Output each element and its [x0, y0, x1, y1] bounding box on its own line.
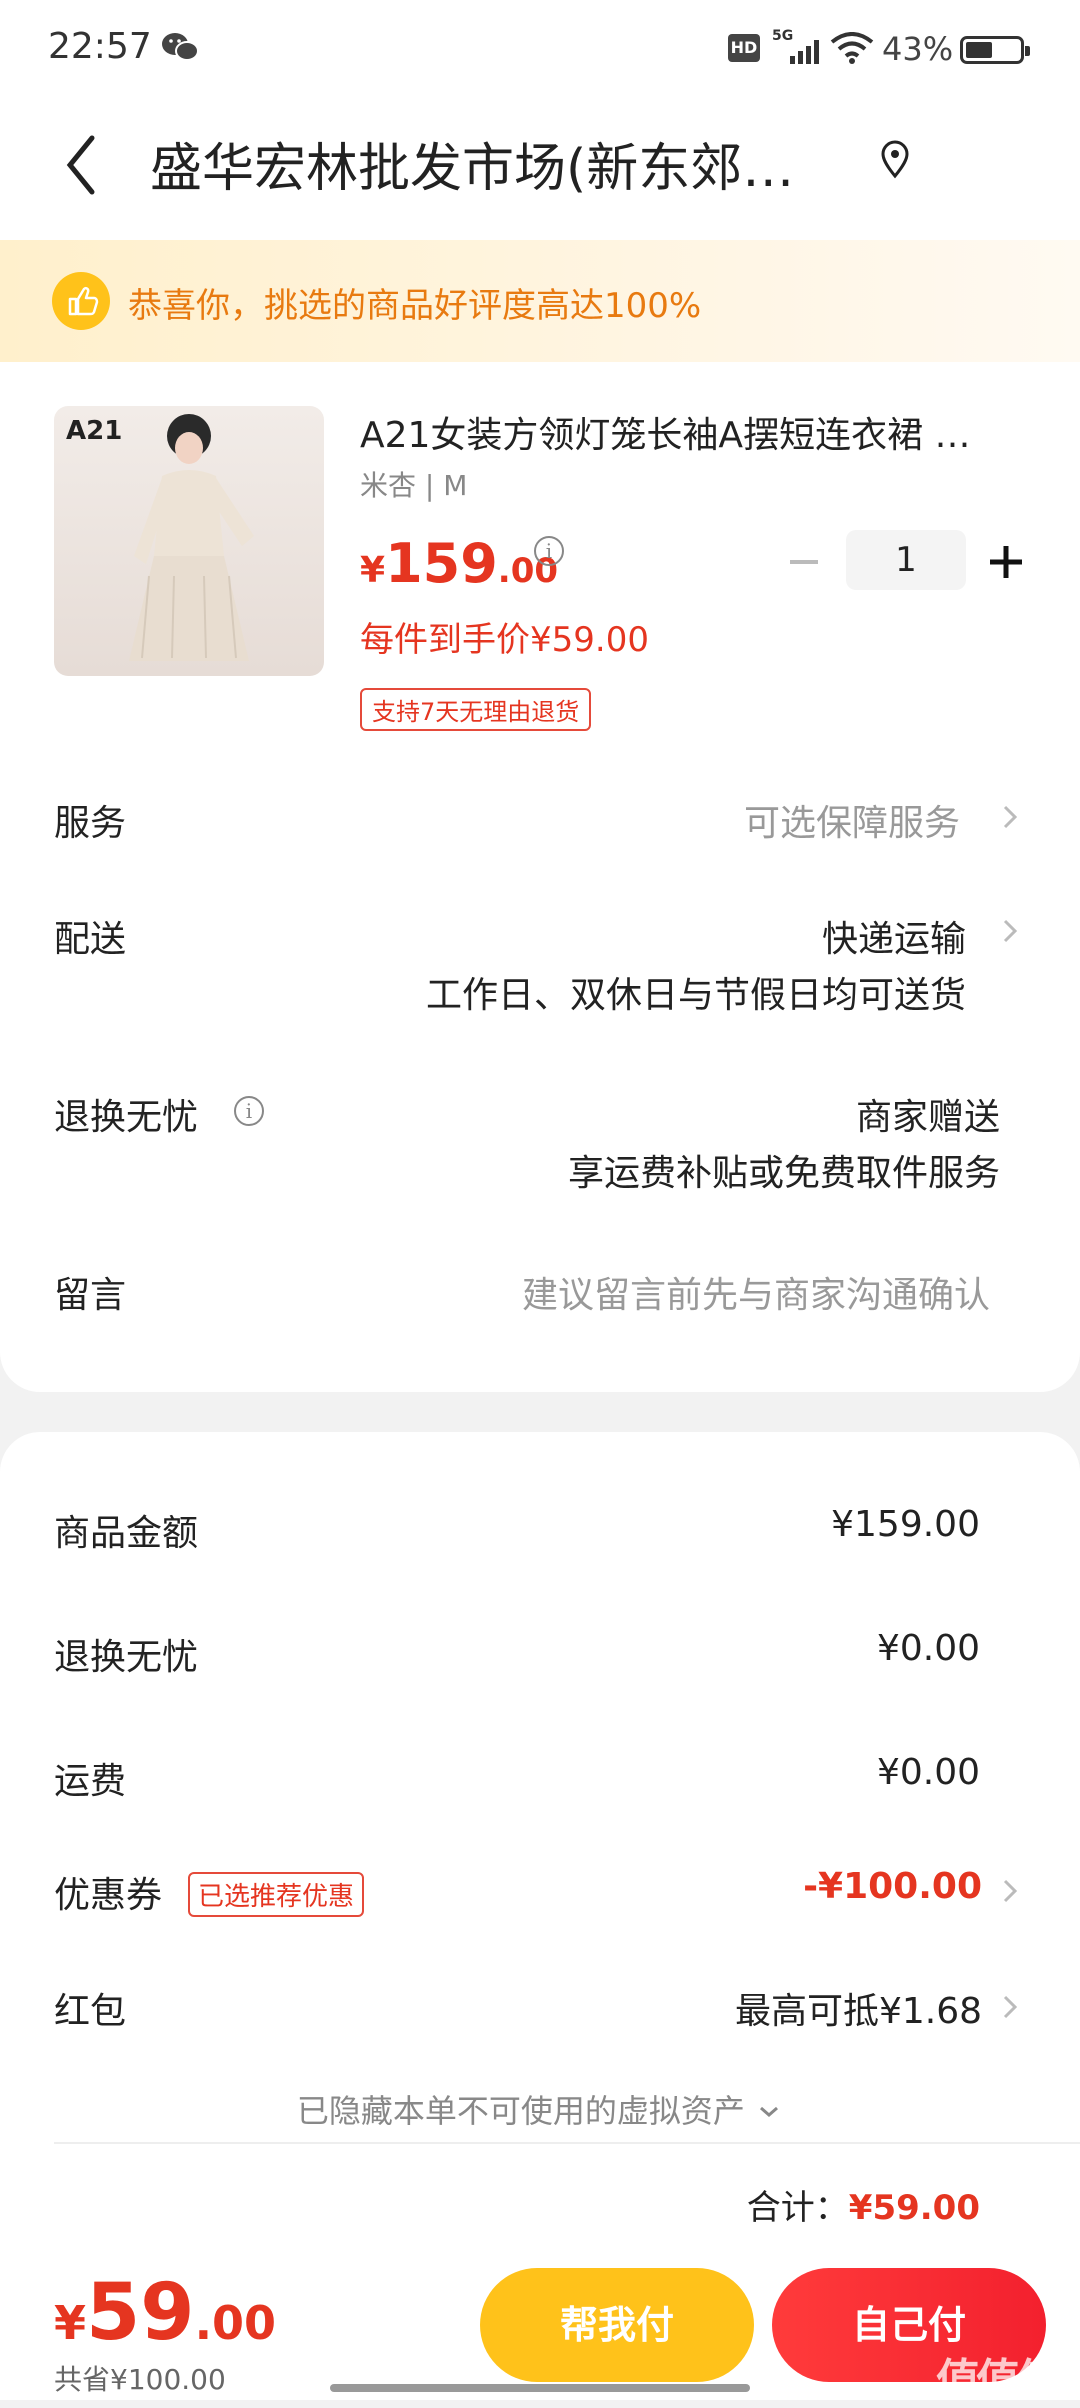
hd-icon: HD [728, 34, 760, 62]
delivery-label: 配送 [54, 919, 127, 960]
shipping-value: ¥0.00 [876, 1752, 980, 1793]
red-packet-label: 红包 [54, 1991, 127, 2032]
price-info-icon[interactable]: i [534, 536, 564, 566]
service-label: 服务 [54, 803, 127, 844]
hand-price: 每件到手价¥59.00 [360, 620, 649, 660]
chevron-right-icon[interactable] [1000, 802, 1020, 832]
total-row: 合计：¥59.00 [747, 2180, 980, 2229]
shipping-label: 运费 [54, 1761, 127, 1802]
message-input[interactable]: 建议留言前先与商家沟通确认 [522, 1266, 990, 1318]
goods-amount-label: 商品金额 [54, 1513, 199, 1554]
home-indicator[interactable] [330, 2384, 750, 2392]
coupon-label: 优惠券 [54, 1875, 163, 1916]
chevron-right-icon[interactable] [1000, 1992, 1020, 2022]
banner-text: 恭喜你，挑选的商品好评度高达100% [128, 286, 702, 326]
dress-figure-illustration [129, 414, 254, 661]
pay-integer: 59 [86, 2268, 195, 2358]
chevron-right-icon[interactable] [1000, 1876, 1020, 1906]
price-symbol: ¥ [360, 550, 386, 591]
return-label: 退换无忧 [54, 1097, 199, 1138]
watermark-url: zhizhizhi.com [946, 2384, 1041, 2400]
coupon-value[interactable]: -¥100.00 [803, 1866, 982, 1907]
page-title: 盛华宏林批发市场(新东郊… [150, 139, 795, 199]
return-fee-label: 退换无忧 [54, 1637, 199, 1678]
total-value: ¥59.00 [848, 2188, 980, 2228]
return-info-icon[interactable]: i [234, 1096, 264, 1126]
return-fee-value: ¥0.00 [876, 1628, 980, 1669]
minus-icon[interactable] [784, 542, 824, 582]
location-pin-icon[interactable] [880, 140, 910, 180]
checkout-bar: ¥59.00 共省¥100.00 帮我付 自己付 [0, 2252, 1080, 2400]
saved-amount: 共省¥100.00 [54, 2363, 226, 2396]
return-policy-tag: 支持7天无理由退货 [360, 688, 592, 731]
product-image[interactable]: A21 [54, 406, 324, 676]
divider [54, 2142, 1080, 2144]
quantity-input[interactable]: 1 [846, 530, 966, 590]
return-value: 商家赠送 [855, 1097, 1000, 1138]
rating-banner: 恭喜你，挑选的商品好评度高达100% [0, 240, 1080, 362]
battery-icon [960, 36, 1030, 64]
message-label: 留言 [54, 1275, 127, 1316]
chevron-left-icon[interactable] [60, 130, 100, 200]
product-spec[interactable]: 米杏 | M [360, 464, 467, 504]
pay-amount: ¥59.00 [54, 2268, 276, 2358]
wechat-icon [162, 33, 199, 61]
status-time: 22:57 [48, 26, 152, 67]
signal-icon [790, 40, 819, 64]
product-price: ¥159.00 [360, 532, 558, 595]
thumbs-up-icon [52, 272, 110, 330]
hidden-assets-toggle[interactable]: 已隐藏本单不可使用的虚拟资产 [0, 2086, 1080, 2132]
plus-icon[interactable] [984, 540, 1028, 584]
service-value[interactable]: 可选保障服务 [744, 794, 960, 846]
red-packet-value[interactable]: 最高可抵¥1.68 [735, 1982, 982, 2034]
product-brand: A21 [66, 416, 123, 446]
pay-decimal: .00 [194, 2296, 277, 2350]
battery-percent: 43% [882, 30, 954, 68]
coupon-tag: 已选推荐优惠 [188, 1872, 365, 1917]
help-pay-button[interactable]: 帮我付 [480, 2268, 754, 2382]
page-header: 盛华宏林批发市场(新东郊… [0, 100, 1080, 240]
product-title[interactable]: A21女装方领灯笼长袖A摆短连衣裙 … [360, 406, 1020, 458]
delivery-note: 工作日、双休日与节假日均可送货 [425, 975, 966, 1016]
price-integer: 159 [385, 532, 498, 595]
hidden-assets-text: 已隐藏本单不可使用的虚拟资产 [296, 2092, 745, 2130]
goods-amount-value: ¥159.00 [831, 1504, 980, 1545]
status-bar: 22:57 HD 5G 43% [0, 0, 1080, 100]
pay-symbol: ¥ [54, 2296, 87, 2350]
total-label: 合计： [746, 2188, 849, 2228]
delivery-value[interactable]: 快递运输 [822, 910, 966, 962]
chevron-right-icon[interactable] [1000, 916, 1020, 946]
chevron-down-icon [760, 2106, 779, 2117]
wifi-icon [830, 32, 874, 64]
order-card: A21 A21女装方领灯笼长袖A摆短连衣裙 … 米杏 | M ¥159.00 i… [0, 362, 1080, 1392]
return-note: 享运费补贴或免费取件服务 [567, 1153, 1000, 1194]
price-summary-card: 商品金额 ¥159.00 退换无忧 ¥0.00 运费 ¥0.00 优惠券 已选推… [0, 1432, 1080, 2252]
